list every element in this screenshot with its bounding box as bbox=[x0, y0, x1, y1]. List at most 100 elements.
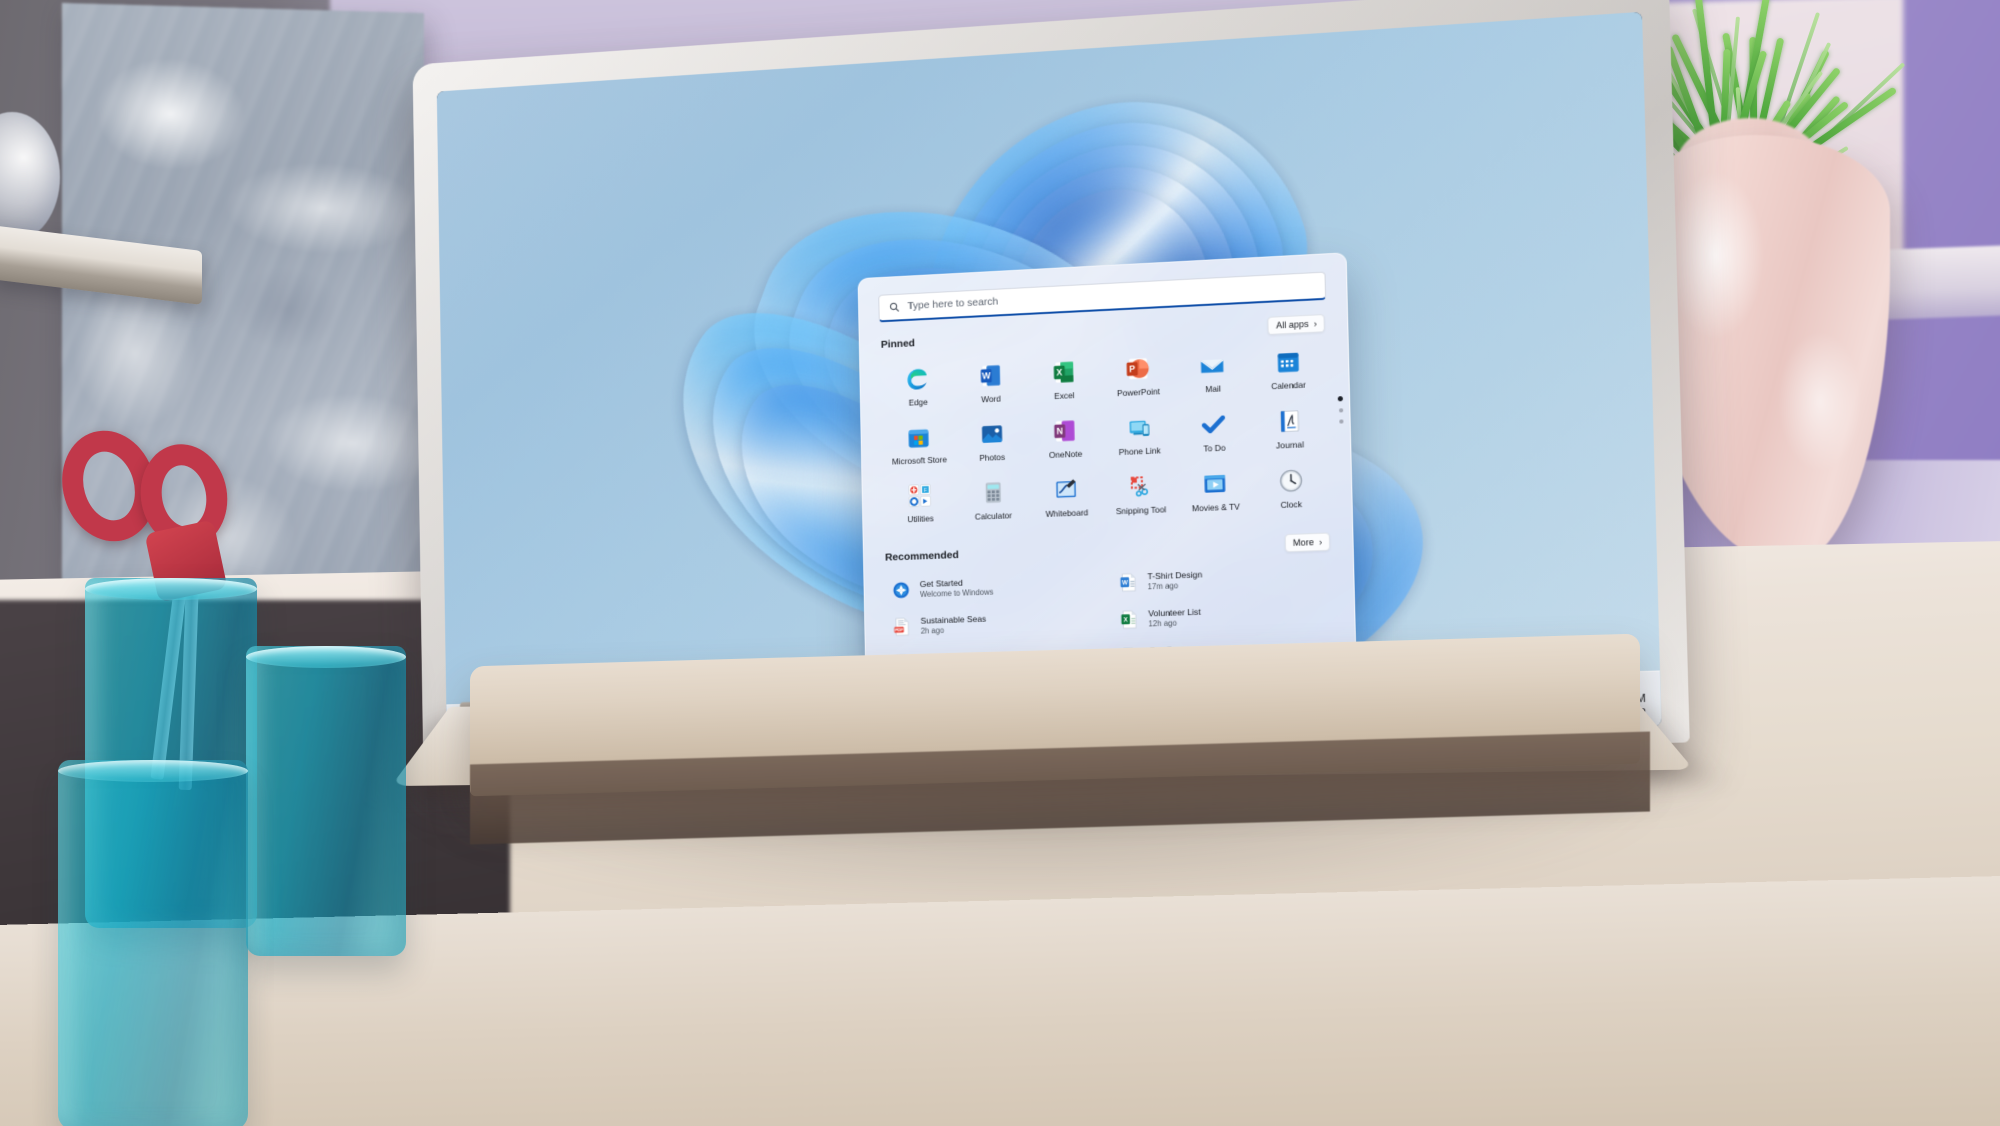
pinned-app-powerpoint[interactable]: P PowerPoint bbox=[1100, 349, 1175, 402]
recommended-item-text: Sustainable Seas 2h ago bbox=[920, 614, 986, 636]
pinned-app-label: Excel bbox=[1054, 390, 1075, 401]
recommended-item-subtitle: 2h ago bbox=[921, 625, 987, 637]
recommended-header: Recommended More › bbox=[885, 532, 1331, 566]
microsoft-store-icon bbox=[905, 423, 933, 452]
svg-text:N: N bbox=[1056, 426, 1063, 436]
pinned-apps-grid: Edge W Word X Excel P PowerPoint Mail Calendar Mi… bbox=[881, 342, 1329, 529]
excel-doc-icon: X bbox=[1118, 608, 1141, 631]
recommended-title: Recommended bbox=[885, 549, 959, 564]
glass-cup-rim bbox=[85, 578, 257, 600]
recommended-item-text: Volunteer List 12h ago bbox=[1148, 607, 1201, 629]
pinned-app-snipping-tool[interactable]: Snipping Tool bbox=[1103, 467, 1179, 520]
photos-icon bbox=[978, 420, 1006, 449]
clock-icon bbox=[1276, 466, 1305, 495]
pinned-app-to-do[interactable]: To Do bbox=[1176, 405, 1252, 458]
start-menu-body: Pinned All apps › Edge W Word X Excel P PowerP… bbox=[859, 298, 1356, 679]
page-dot-2[interactable] bbox=[1339, 408, 1343, 412]
journal-icon bbox=[1275, 407, 1304, 436]
chevron-right-icon: › bbox=[1314, 318, 1317, 328]
recommended-item-text: T-Shirt Design 17m ago bbox=[1147, 570, 1202, 592]
page-dot-1[interactable] bbox=[1338, 396, 1343, 401]
recommended-item-title: Sustainable Seas bbox=[920, 614, 986, 627]
pinned-app-movies-tv[interactable]: Movies & TV bbox=[1177, 464, 1253, 517]
pinned-title: Pinned bbox=[881, 337, 915, 350]
word-doc-icon: W bbox=[1117, 571, 1140, 594]
svg-text:W: W bbox=[982, 371, 991, 382]
snipping-tool-icon bbox=[1126, 472, 1155, 501]
to-do-icon bbox=[1199, 410, 1228, 439]
recommended-item[interactable]: PDF Sustainable Seas 2h ago bbox=[886, 606, 1099, 643]
glass-cup-rim bbox=[246, 646, 406, 668]
search-placeholder-text: Type here to search bbox=[907, 296, 998, 313]
pinned-app-label: PowerPoint bbox=[1117, 386, 1160, 398]
glass-cup-medium bbox=[246, 646, 406, 956]
chevron-right-icon: › bbox=[1319, 536, 1322, 546]
edge-icon bbox=[904, 365, 932, 394]
calculator-icon bbox=[979, 478, 1007, 507]
recommended-item-title: Volunteer List bbox=[1148, 607, 1201, 619]
pinned-app-clock[interactable]: Clock bbox=[1253, 461, 1330, 514]
recommended-item[interactable]: X Volunteer List 12h ago bbox=[1113, 598, 1332, 635]
calendar-icon bbox=[1273, 347, 1302, 377]
svg-text:PDF: PDF bbox=[895, 627, 904, 632]
onenote-icon: N bbox=[1051, 417, 1079, 446]
pinned-app-label: Movies & TV bbox=[1192, 501, 1240, 513]
pinned-app-label: Calendar bbox=[1271, 379, 1306, 391]
pinned-app-label: Word bbox=[981, 393, 1001, 404]
pinned-app-label: Phone Link bbox=[1119, 445, 1161, 457]
pinned-app-label: Utilities bbox=[907, 513, 934, 524]
pinned-app-label: Photos bbox=[979, 452, 1005, 463]
pinned-app-photos[interactable]: Photos bbox=[955, 415, 1029, 468]
svg-text:F: F bbox=[924, 488, 927, 494]
pinned-app-label: OneNote bbox=[1049, 448, 1083, 459]
pinned-app-label: Calculator bbox=[975, 510, 1012, 521]
svg-text:X: X bbox=[1056, 367, 1062, 377]
recommended-item-subtitle: 17m ago bbox=[1148, 581, 1203, 593]
pinned-app-label: Mail bbox=[1205, 383, 1221, 394]
scene-photo: Type here to search Pinned All apps › Ed… bbox=[0, 0, 2000, 1126]
pinned-app-utilities[interactable]: F Utilities bbox=[884, 476, 958, 528]
page-dot-3[interactable] bbox=[1339, 419, 1343, 423]
pinned-app-label: To Do bbox=[1203, 442, 1225, 453]
get-started-icon bbox=[890, 579, 912, 601]
more-button[interactable]: More › bbox=[1285, 532, 1331, 552]
search-icon bbox=[889, 301, 900, 312]
pinned-app-onenote[interactable]: N OneNote bbox=[1028, 412, 1103, 465]
mail-icon bbox=[1198, 351, 1227, 380]
pdf-doc-icon: PDF bbox=[891, 616, 913, 638]
recommended-item-subtitle: 12h ago bbox=[1148, 618, 1201, 629]
glass-cup-front bbox=[58, 760, 248, 1126]
pinned-app-mail[interactable]: Mail bbox=[1175, 346, 1251, 400]
pinned-page-indicator[interactable] bbox=[1338, 396, 1344, 424]
movies-tv-icon bbox=[1201, 469, 1230, 498]
utilities-folder-icon: F bbox=[906, 481, 934, 510]
all-apps-label: All apps bbox=[1276, 318, 1309, 330]
excel-icon: X bbox=[1050, 358, 1078, 387]
pinned-app-phone-link[interactable]: Phone Link bbox=[1102, 408, 1178, 461]
pinned-app-calendar[interactable]: Calendar bbox=[1250, 342, 1327, 396]
pinned-app-microsoft-store[interactable]: Microsoft Store bbox=[882, 418, 955, 470]
pinned-app-word[interactable]: W Word bbox=[954, 356, 1028, 409]
pinned-app-label: Microsoft Store bbox=[892, 454, 947, 466]
recommended-item[interactable]: W T-Shirt Design 17m ago bbox=[1112, 560, 1331, 598]
pinned-app-label: Edge bbox=[909, 397, 928, 408]
recommended-item-subtitle: Welcome to Windows bbox=[920, 588, 994, 600]
word-icon: W bbox=[976, 361, 1004, 390]
pinned-app-label: Snipping Tool bbox=[1116, 504, 1167, 516]
glass-cup-rim bbox=[58, 760, 248, 782]
recommended-item[interactable]: Get Started Welcome to Windows bbox=[885, 569, 1098, 606]
svg-text:W: W bbox=[1122, 580, 1128, 586]
recommended-item-text: Get Started Welcome to Windows bbox=[920, 577, 994, 600]
pinned-app-edge[interactable]: Edge bbox=[881, 360, 954, 413]
pinned-app-journal[interactable]: Journal bbox=[1251, 401, 1328, 455]
svg-text:P: P bbox=[1129, 364, 1135, 375]
powerpoint-icon: P bbox=[1124, 354, 1153, 383]
more-label: More bbox=[1293, 537, 1314, 548]
pinned-app-calculator[interactable]: Calculator bbox=[956, 473, 1030, 526]
all-apps-button[interactable]: All apps › bbox=[1268, 314, 1326, 335]
whiteboard-icon bbox=[1052, 475, 1080, 504]
pinned-app-label: Journal bbox=[1276, 439, 1304, 450]
pinned-app-excel[interactable]: X Excel bbox=[1027, 353, 1102, 406]
phone-link-icon bbox=[1125, 413, 1154, 442]
pinned-app-whiteboard[interactable]: Whiteboard bbox=[1029, 470, 1104, 523]
